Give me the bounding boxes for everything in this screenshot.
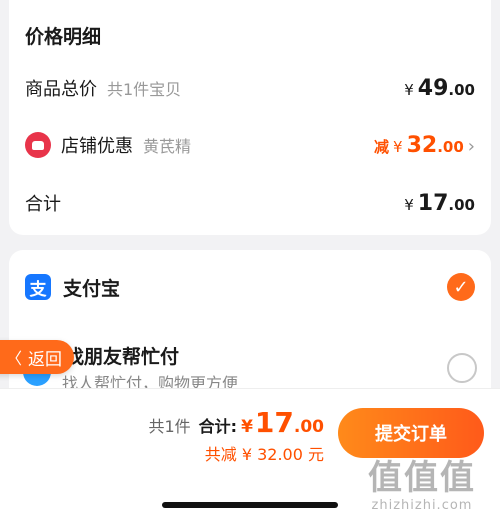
currency-symbol: ¥ <box>241 417 253 437</box>
currency-symbol: ¥ <box>404 195 414 214</box>
amount-int: 17 <box>417 190 449 216</box>
goods-total-row: 商品总价 共1件宝贝 ¥ 49 .00 <box>25 73 475 103</box>
amount-dec: .00 <box>437 137 464 156</box>
friend-pay-radio[interactable] <box>447 353 477 383</box>
total-amount: ¥ 17 .00 <box>404 191 475 216</box>
watermark-logo: 值值值 zhizhizhi.com <box>352 458 492 513</box>
home-indicator <box>162 502 338 508</box>
amount-int: 32 <box>406 132 438 158</box>
bottom-total: 共1件 合计: ¥ 17 .00 <box>148 406 324 439</box>
chevron-right-icon: › <box>467 135 475 157</box>
back-button[interactable]: 〈 返回 <box>0 340 74 374</box>
shop-name: 黄芪精 <box>143 137 192 156</box>
currency-symbol: ¥ <box>404 80 414 99</box>
back-label: 返回 <box>28 349 62 370</box>
friend-pay-title[interactable]: 找朋友帮忙付 <box>65 342 179 369</box>
alipay-icon: 支 <box>25 274 51 300</box>
alipay-label: 支付宝 <box>63 277 121 300</box>
amount-int: 17 <box>254 406 294 439</box>
shop-discount-label: 店铺优惠 <box>61 136 133 157</box>
payment-method-card: 支 支付宝 ✓ 找朋友帮忙付 找人帮忙付，购物更方便 <box>9 250 491 410</box>
submit-order-button[interactable]: 提交订单 <box>338 408 484 458</box>
currency-symbol: ¥ <box>393 137 403 156</box>
total-label: 合计 <box>25 194 61 215</box>
goods-count: 共1件宝贝 <box>107 80 182 99</box>
price-detail-card: 价格明细 商品总价 共1件宝贝 ¥ 49 .00 店铺优惠 黄芪精 减 ¥ 32… <box>9 0 491 235</box>
chevron-left-icon: 〈 <box>5 349 22 368</box>
amount-dec: .00 <box>293 417 324 437</box>
total-saved: 共减 ¥ 32.00 元 <box>204 445 324 464</box>
alipay-option[interactable]: 支 支付宝 ✓ <box>25 272 475 302</box>
total-label: 合计: <box>198 417 238 436</box>
watermark-text: 值值值 <box>368 458 476 498</box>
goods-total-label: 商品总价 <box>25 79 97 100</box>
check-icon[interactable]: ✓ <box>447 273 475 301</box>
reduce-label: 减 <box>374 137 390 156</box>
goods-total-amount: ¥ 49 .00 <box>404 76 475 101</box>
section-title: 价格明细 <box>25 26 102 48</box>
amount-dec: .00 <box>448 195 475 214</box>
amount-int: 49 <box>417 75 449 101</box>
total-row: 合计 ¥ 17 .00 <box>25 188 475 218</box>
item-count: 共1件 <box>148 417 191 436</box>
amount-dec: .00 <box>448 80 475 99</box>
watermark-url: zhizhizhi.com <box>371 498 473 513</box>
shop-icon <box>25 132 51 158</box>
shop-discount-amount: 减 ¥ 32 .00 › <box>374 133 475 158</box>
shop-discount-row[interactable]: 店铺优惠 黄芪精 减 ¥ 32 .00 › <box>25 130 475 160</box>
